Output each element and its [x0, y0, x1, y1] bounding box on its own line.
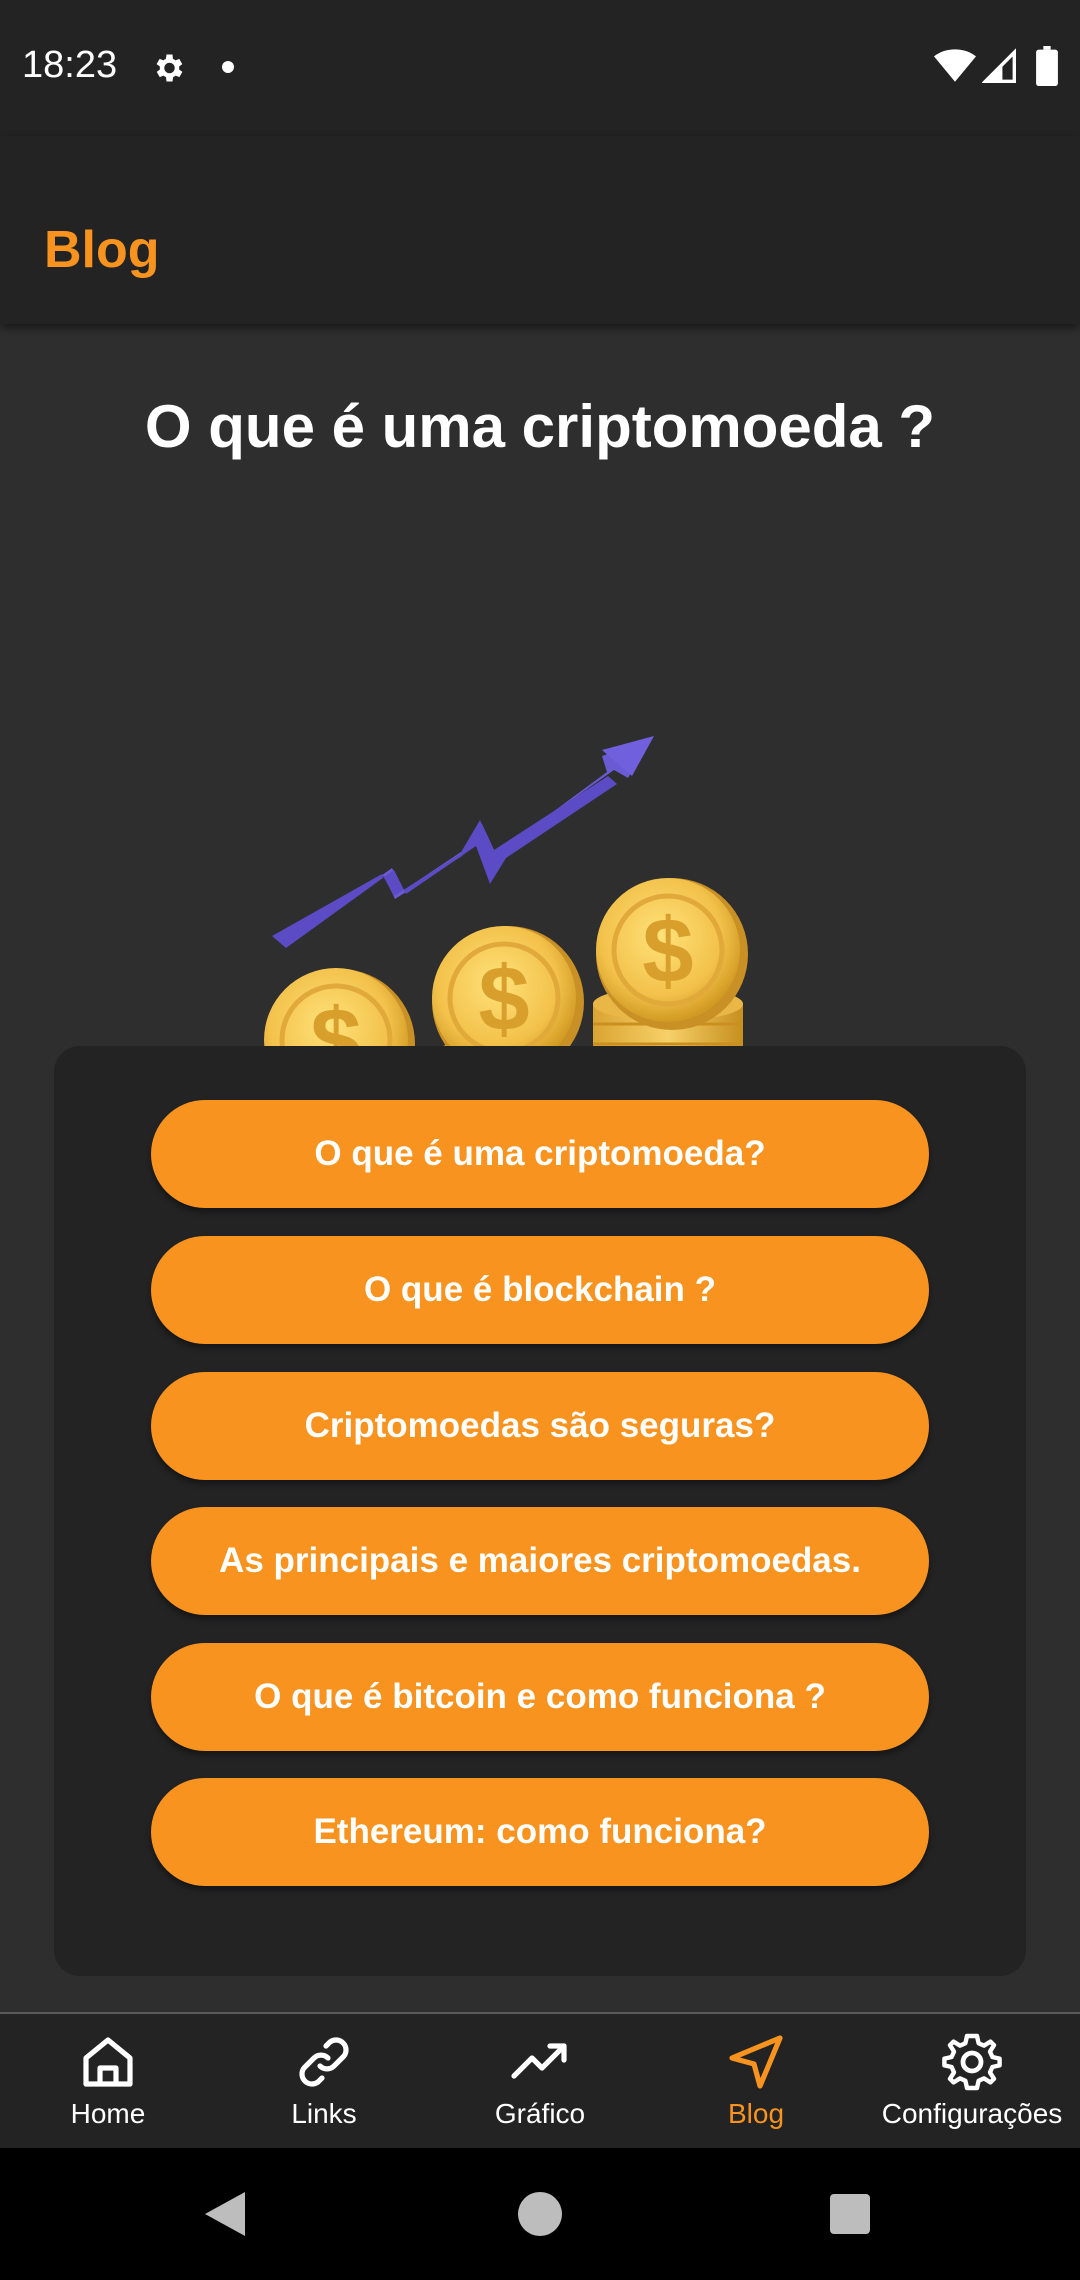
blog-content: O que é uma criptomoeda ? $ $ $ O que é …: [0, 324, 1080, 2012]
app-bar-title: Blog: [44, 221, 160, 279]
recents-square-icon[interactable]: [830, 2194, 870, 2234]
settings-gear-icon: [942, 2033, 1002, 2091]
nav-label-grafico: Gráfico: [494, 2098, 586, 2129]
nav-item-links[interactable]: Links: [216, 2014, 432, 2150]
link-icon: [299, 2037, 349, 2087]
nav-label-configuracoes: Configurações: [881, 2098, 1063, 2129]
bottom-navigation: Home Links Gráfico Blog Configurações: [0, 2012, 1080, 2148]
signal-icon: [982, 48, 1016, 83]
home-circle-icon[interactable]: [518, 2192, 562, 2236]
svg-text:$: $: [642, 900, 693, 1002]
topic-button-bitcoin[interactable]: O que é bitcoin e como funciona ?: [151, 1643, 929, 1751]
nav-item-blog[interactable]: Blog: [648, 2014, 864, 2150]
trending-up-icon: [511, 2043, 567, 2079]
back-icon[interactable]: [204, 2192, 246, 2236]
topic-button-principais[interactable]: As principais e maiores criptomoedas.: [151, 1507, 929, 1615]
home-icon: [83, 2037, 133, 2087]
nav-item-home[interactable]: Home: [0, 2014, 216, 2150]
screen: 18:23 Blog O que é uma criptomoeda ? $ $…: [0, 0, 1080, 2280]
topic-button-criptomoeda[interactable]: O que é uma criptomoeda?: [151, 1100, 929, 1208]
page-heading: O que é uma criptomoeda ?: [144, 393, 936, 460]
topics-card: O que é uma criptomoeda? O que é blockch…: [54, 1046, 1026, 1976]
nav-label-blog: Blog: [727, 2098, 785, 2129]
nav-label-home: Home: [70, 2098, 146, 2129]
gear-icon: [156, 54, 183, 82]
topic-button-seguras[interactable]: Criptomoedas são seguras?: [151, 1372, 929, 1480]
notification-dot-icon: [222, 61, 234, 73]
status-time: 18:23: [22, 44, 118, 86]
app-bar: Blog: [0, 136, 1080, 324]
topic-button-ethereum[interactable]: Ethereum: como funciona?: [151, 1778, 929, 1886]
wifi-icon: [934, 49, 976, 82]
nav-item-configuracoes[interactable]: Configurações: [864, 2014, 1080, 2150]
nav-label-links: Links: [291, 2098, 357, 2129]
status-bar: 18:23: [0, 0, 1080, 136]
svg-text:$: $: [478, 948, 529, 1050]
navigation-arrow-icon: [729, 2035, 783, 2089]
system-navigation-bar: [0, 2148, 1080, 2280]
topic-button-blockchain[interactable]: O que é blockchain ?: [151, 1236, 929, 1344]
battery-icon: [1036, 46, 1058, 86]
nav-item-grafico[interactable]: Gráfico: [432, 2014, 648, 2150]
